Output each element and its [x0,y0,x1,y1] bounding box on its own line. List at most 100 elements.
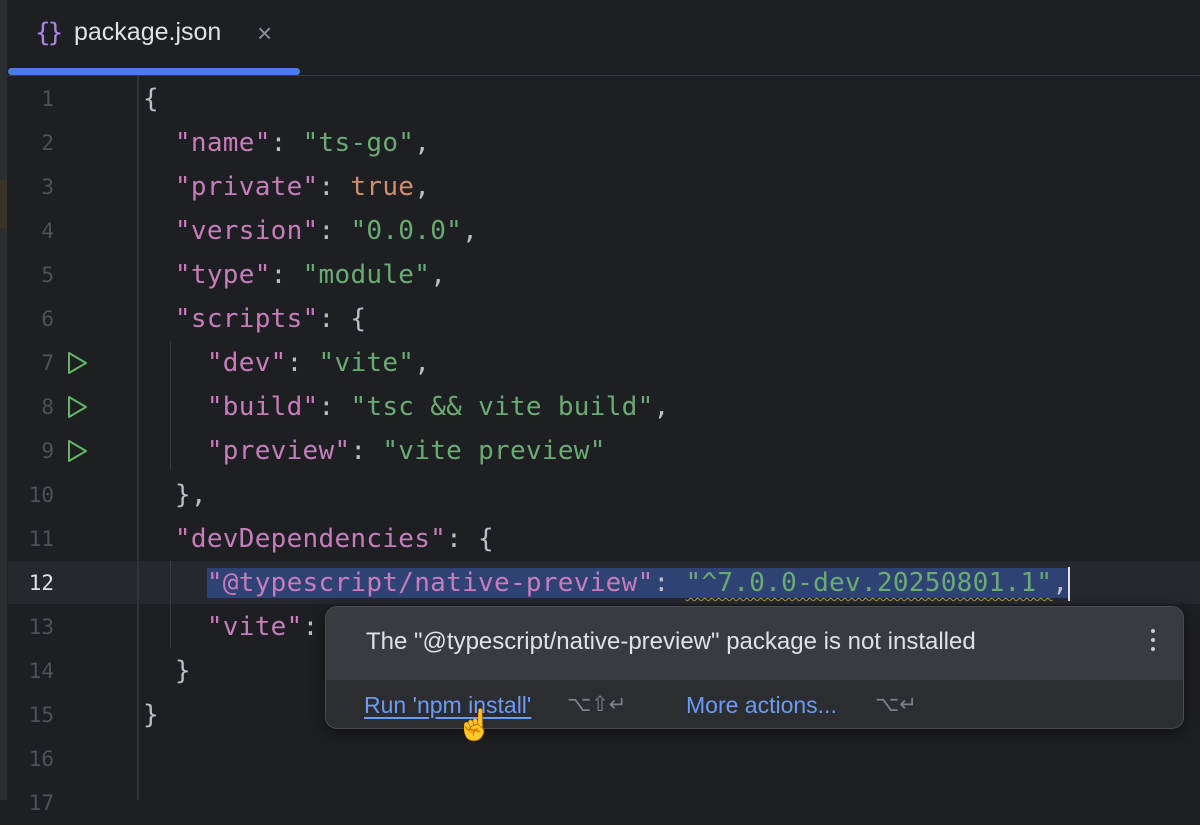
code-text: "name": "ts-go", [143,121,430,165]
json-string: "vite preview" [382,436,605,466]
line-number: 2 [0,121,54,165]
editor-tab-bar: {} package.json × [7,0,1200,76]
code-text: "devDependencies": { [143,517,494,561]
code-text: } [143,649,191,693]
punctuation: } [143,700,159,730]
json-string: "vite" [319,348,415,378]
code-text: "vite": [143,605,319,649]
run-npm-install-shortcut: ⌥⇧↵ [567,692,626,717]
code-line[interactable]: 10 }, [0,473,1200,517]
code-text: "private": true, [143,165,430,209]
code-line[interactable]: 7 "dev": "vite", [0,341,1200,385]
line-number: 10 [0,473,54,517]
punctuation: : [319,392,351,422]
code-text: "version": "0.0.0", [143,209,478,253]
line-number: 16 [0,737,54,781]
braces-icon: {} [35,18,60,48]
line-number: 8 [0,385,54,429]
json-key: "private" [175,172,319,202]
punctuation: : [654,568,686,598]
code-line[interactable]: 6 "scripts": { [0,297,1200,341]
package-not-installed-popup: The "@typescript/native-preview" package… [325,606,1184,729]
json-key: "devDependencies" [175,524,446,554]
line-number: 4 [0,209,54,253]
line-number: 1 [0,77,54,121]
json-key: "name" [175,128,271,158]
more-vertical-icon[interactable] [1151,625,1157,656]
line-number: 11 [0,517,54,561]
punctuation [143,304,175,334]
punctuation: : [319,216,351,246]
line-number: 9 [0,429,54,473]
code-text: { [143,77,159,121]
json-string: "ts-go" [303,128,415,158]
punctuation: } [143,656,191,686]
punctuation [143,524,175,554]
run-script-icon[interactable] [66,351,88,375]
punctuation [143,612,207,642]
json-string: "module" [303,260,431,290]
run-script-icon[interactable] [66,395,88,419]
code-line[interactable]: 12 "@typescript/native-preview": "^7.0.0… [0,561,1200,605]
json-string: "^7.0.0-dev.20250801.1" [685,568,1052,598]
json-key: "type" [175,260,271,290]
more-actions-link[interactable]: More actions... [686,692,837,719]
close-icon[interactable]: × [257,18,272,49]
punctuation [143,568,207,598]
code-line[interactable]: 3 "private": true, [0,165,1200,209]
text-selection: "@typescript/native-preview": "^7.0.0-de… [207,568,1069,598]
punctuation: , [414,348,430,378]
punctuation: { [143,84,159,114]
punctuation [143,436,207,466]
punctuation: : [350,436,382,466]
code-line[interactable]: 16 [0,737,1200,781]
punctuation: }, [143,480,207,510]
code-line[interactable]: 17 [0,781,1200,825]
code-text: "preview": "vite preview" [143,429,606,473]
code-line[interactable]: 2 "name": "ts-go", [0,121,1200,165]
line-number: 13 [0,605,54,649]
active-tab-indicator [8,68,300,75]
code-line[interactable]: 9 "preview": "vite preview" [0,429,1200,473]
punctuation: , [462,216,478,246]
code-line[interactable]: 1{ [0,77,1200,121]
punctuation: , [414,128,430,158]
code-line[interactable]: 11 "devDependencies": { [0,517,1200,561]
run-script-icon[interactable] [66,439,88,463]
code-line[interactable]: 5 "type": "module", [0,253,1200,297]
punctuation: : [319,172,351,202]
punctuation: , [1052,568,1068,598]
hand-pointer-cursor-icon: ☝ [456,708,493,743]
code-text: "dev": "vite", [143,341,430,385]
code-text: } [143,693,159,737]
line-number: 14 [0,649,54,693]
json-key: "dev" [207,348,287,378]
json-key: "@typescript/native-preview" [207,568,654,598]
punctuation [143,172,175,202]
punctuation: : { [319,304,367,334]
punctuation: , [654,392,670,422]
line-number: 5 [0,253,54,297]
more-actions-shortcut: ⌥↵ [875,692,917,717]
code-line[interactable]: 4 "version": "0.0.0", [0,209,1200,253]
code-text: }, [143,473,207,517]
run-npm-install-link[interactable]: Run 'npm install' [364,692,531,719]
code-text: "build": "tsc && vite build", [143,385,670,429]
line-number: 12 [0,561,54,605]
line-number: 7 [0,341,54,385]
punctuation [143,348,207,378]
punctuation: : [271,260,303,290]
punctuation [143,216,175,246]
json-boolean: true [350,172,414,202]
punctuation [143,260,175,290]
code-text: "@typescript/native-preview": "^7.0.0-de… [143,561,1070,605]
tab-package-json[interactable]: {} package.json × [7,0,300,75]
json-key: "scripts" [175,304,319,334]
punctuation: : [303,612,319,642]
punctuation [143,128,175,158]
code-line[interactable]: 8 "build": "tsc && vite build", [0,385,1200,429]
json-string: "0.0.0" [350,216,462,246]
text-caret [1068,567,1070,601]
line-number: 17 [0,781,54,825]
punctuation: : { [446,524,494,554]
